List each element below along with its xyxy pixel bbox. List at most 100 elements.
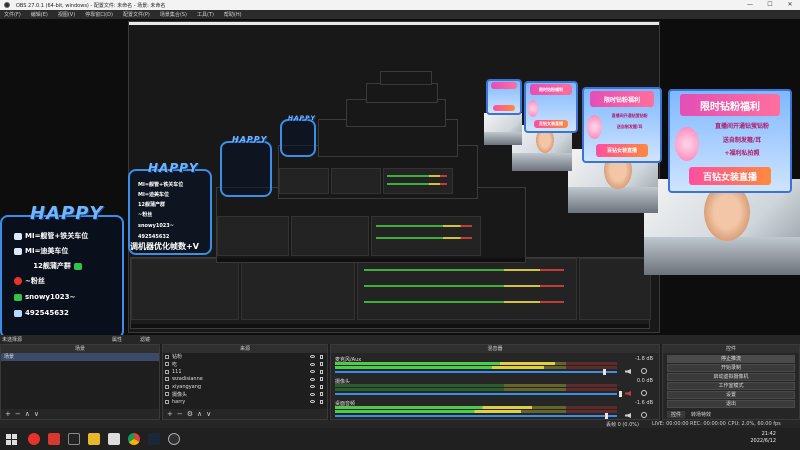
source-settings-icon[interactable]: ⚙ <box>187 410 193 418</box>
windows-start-icon[interactable] <box>6 434 17 445</box>
mixer-dock-title: 混音器 <box>331 345 659 353</box>
app-red-icon[interactable] <box>48 433 60 445</box>
rec-timer: REC: 00:00:00 <box>690 421 726 427</box>
promo-line-1-2: 直播间开通钻萤钻粉 <box>611 113 648 119</box>
overlay-line-5-2: snowy1023~ <box>138 223 174 229</box>
mixer-channel-camera: 摄像头 0.0 dB <box>333 377 657 397</box>
volume-slider[interactable] <box>335 393 617 395</box>
menu-tools[interactable]: 工具(T) <box>197 11 214 18</box>
scenes-dock-title: 场景 <box>1 345 159 353</box>
source-item[interactable]: xiyangyang <box>163 383 327 391</box>
move-up-icon[interactable]: ∧ <box>197 410 202 418</box>
image-icon <box>165 399 169 404</box>
tab-transitions[interactable]: 转场特效 <box>687 411 715 418</box>
window-title: OBS 27.0.1 (64-bit, windows) - 配置文件: 未命名… <box>16 2 166 9</box>
watermark-text-2: 调机器优化帧数+V <box>130 242 199 251</box>
properties-button[interactable]: 属性 <box>112 336 122 343</box>
volume-slider-handle[interactable] <box>605 413 608 419</box>
taskbar: 21:42 2022/6/12 <box>0 428 800 450</box>
menu-profile[interactable]: 配置文件(P) <box>123 11 150 18</box>
source-item[interactable]: wzadisianne <box>163 376 327 384</box>
volume-meter <box>335 406 617 409</box>
move-down-icon[interactable]: ∨ <box>206 410 211 418</box>
source-item[interactable]: 111 <box>163 368 327 376</box>
lock-icon <box>320 362 323 367</box>
source-item[interactable]: harry <box>163 398 327 406</box>
lock-icon <box>320 377 323 382</box>
clock-app-icon[interactable] <box>68 433 80 445</box>
menu-scene-collection[interactable]: 场景集合(S) <box>160 11 187 18</box>
overlay-line-3: 12舰蒲产群 <box>33 261 85 271</box>
chrome-icon[interactable] <box>128 433 140 445</box>
speaker-icon[interactable] <box>625 413 631 418</box>
exit-button[interactable]: 退出 <box>667 400 795 408</box>
studio-mode-button[interactable]: 工作室模式 <box>667 382 795 390</box>
nested-obs-window-5 <box>346 99 446 127</box>
menu-file[interactable]: 文件(F) <box>4 11 21 18</box>
overlay-line-1: MI=舰管+铁关车位 <box>14 231 88 241</box>
lock-icon <box>320 392 323 397</box>
filters-button[interactable]: 滤镜 <box>140 336 150 343</box>
volume-slider[interactable] <box>335 371 617 373</box>
menu-help[interactable]: 帮助(H) <box>224 11 242 18</box>
gear-icon[interactable] <box>641 368 647 374</box>
start-virtual-camera-button[interactable]: 启动虚拟摄像机 <box>667 373 795 381</box>
stop-streaming-button[interactable]: 停止推流 <box>667 355 795 363</box>
overlay-line-4: ~粉丝 <box>14 276 45 286</box>
weibo-icon[interactable] <box>28 433 40 445</box>
dropped-frames: 丢帧 0 (0.0%) <box>606 422 639 428</box>
promo-overlay-3: 限时钻粉福利 百钻女装直播 <box>524 81 578 133</box>
maximize-icon[interactable]: ☐ <box>760 0 780 10</box>
volume-meter <box>335 366 617 369</box>
close-icon[interactable]: ✕ <box>780 0 800 10</box>
volume-slider-handle[interactable] <box>619 391 622 397</box>
text-icon <box>165 369 169 374</box>
status-bar: 丢帧 0 (0.0%) LIVE: 00:00:00 REC: 00:00:00… <box>0 420 800 428</box>
menu-edit[interactable]: 编辑(E) <box>31 11 48 18</box>
move-up-icon[interactable]: ∧ <box>25 410 30 418</box>
menu-docks[interactable]: 停靠窗口(D) <box>85 11 113 18</box>
promo-line-3: +福利私拍照 <box>724 150 760 157</box>
speaker-muted-icon[interactable] <box>625 391 631 396</box>
minimize-icon[interactable]: — <box>740 0 760 10</box>
speaker-icon[interactable] <box>625 369 631 374</box>
volume-slider-handle[interactable] <box>603 369 606 375</box>
promo-header-2: 限时钻粉福利 <box>590 91 654 107</box>
source-item[interactable]: 吃 <box>163 361 327 369</box>
folder-icon[interactable] <box>88 433 100 445</box>
source-item[interactable]: 摄像头 <box>163 391 327 399</box>
start-recording-button[interactable]: 开始录制 <box>667 364 795 372</box>
obs-logo-icon <box>4 2 10 8</box>
add-scene-icon[interactable]: + <box>5 410 11 418</box>
taskbar-clock[interactable]: 21:42 2022/6/12 <box>750 431 776 445</box>
preview-canvas[interactable]: 限时钻粉福利 直播间开通钻萤钻粉 送自制发箍/耳 +福利私拍照 百钻女装直播 限… <box>0 19 800 335</box>
nested-obs-window-7 <box>380 71 432 85</box>
promo-line-2: 送自制发箍/耳 <box>722 137 762 144</box>
remove-source-icon[interactable]: − <box>177 410 183 418</box>
window-titlebar: OBS 27.0.1 (64-bit, windows) - 配置文件: 未命名… <box>0 0 800 10</box>
promo-overlay: 限时钻粉福利 直播间开通钻萤钻粉 送自制发箍/耳 +福利私拍照 百钻女装直播 <box>668 89 792 193</box>
remove-scene-icon[interactable]: − <box>15 410 21 418</box>
settings-button[interactable]: 设置 <box>667 391 795 399</box>
source-item[interactable]: 钻粉 <box>163 353 327 361</box>
volume-slider[interactable] <box>335 415 617 417</box>
gear-icon[interactable] <box>641 412 647 418</box>
gear-icon[interactable] <box>641 390 647 396</box>
steam-icon[interactable] <box>148 433 160 445</box>
no-source-caption: 未选择源 <box>2 337 23 343</box>
camera-feed-4 <box>484 113 522 145</box>
tab-controls[interactable]: 控件 <box>667 411 686 418</box>
move-down-icon[interactable]: ∨ <box>34 410 39 418</box>
scene-item[interactable]: 场景 <box>1 353 159 361</box>
overlay-line-2-2: MI=迪美车位 <box>138 192 170 198</box>
notepad-icon[interactable] <box>108 433 120 445</box>
obs-taskbar-icon[interactable] <box>168 433 180 445</box>
add-source-icon[interactable]: + <box>167 410 173 418</box>
live-timer: LIVE: 00:00:00 <box>652 421 689 427</box>
happy-overlay-4: HAPPY <box>280 115 316 157</box>
menu-view[interactable]: 视图(V) <box>58 11 75 18</box>
volume-meter <box>335 384 617 387</box>
volume-meter <box>335 388 617 391</box>
text-icon <box>165 384 169 389</box>
visibility-icon <box>310 385 315 389</box>
